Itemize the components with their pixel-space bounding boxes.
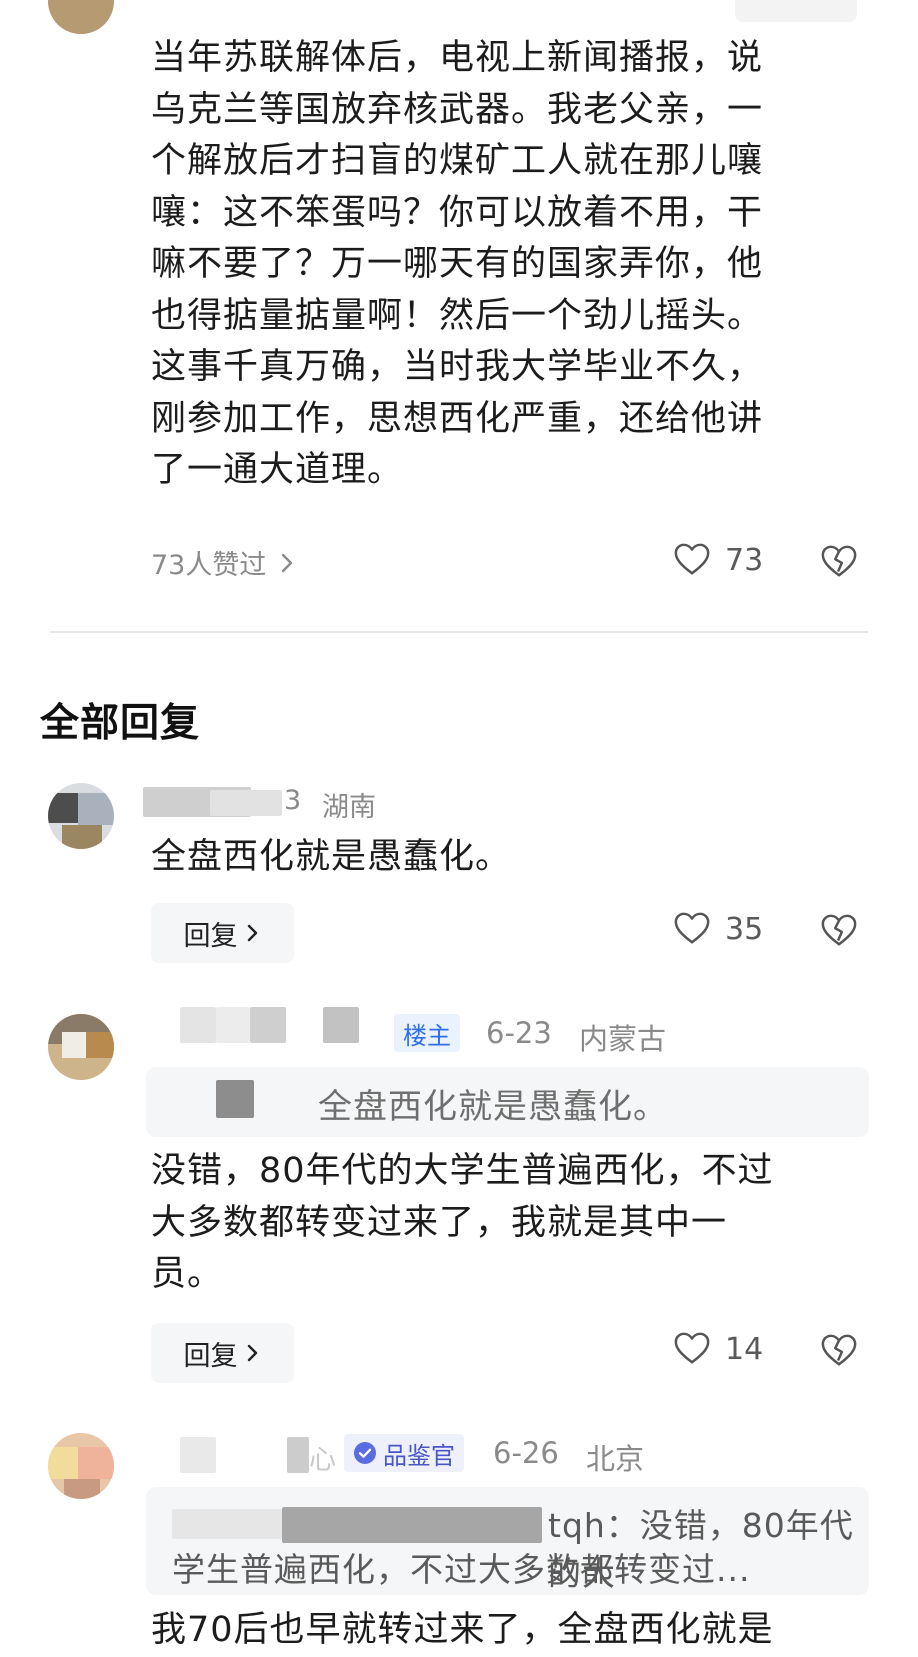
liked-by-link[interactable]: 73人赞过 (151, 543, 298, 582)
broken-heart-icon[interactable] (820, 912, 858, 950)
verified-badge-icon (354, 1442, 376, 1464)
quote-author-redacted (172, 1509, 282, 1539)
like-button[interactable]: 73 (673, 541, 763, 579)
broken-heart-icon[interactable] (820, 1332, 858, 1370)
reply-text: 没错，80年代的大学生普遍西化，不过 大多数都转变过来了，我就是其中一 员。 (151, 1151, 774, 1294)
like-button[interactable]: 14 (673, 1330, 763, 1368)
reply-button-label: 回复 (183, 1340, 238, 1372)
username-redacted (210, 790, 282, 816)
section-title: 全部回复 (40, 701, 201, 746)
reply-date: 6-26 (493, 1436, 559, 1470)
reply-date: 6-23 (486, 1016, 552, 1050)
quote-text-line2: 学生普遍西化，不过大多数都转变过... (172, 1550, 751, 1589)
quoted-comment[interactable]: 全盘西化就是愚蠢化。 (146, 1067, 869, 1137)
heart-outline-icon (674, 912, 710, 944)
avatar[interactable] (48, 1433, 114, 1499)
username-redacted (216, 1007, 250, 1043)
expert-badge: 品鉴官 (344, 1434, 464, 1472)
op-badge: 楼主 (394, 1014, 460, 1052)
avatar[interactable] (48, 0, 114, 34)
reply-date-partial: 3 (284, 785, 302, 816)
username-redacted (250, 1007, 286, 1043)
expert-badge-label: 品鉴官 (383, 1441, 455, 1470)
reply-button-label: 回复 (183, 920, 238, 952)
reply-location: 内蒙古 (579, 1022, 667, 1056)
reply-text: 全盘西化就是愚蠢化。 (151, 837, 512, 877)
username-redacted (287, 1437, 309, 1473)
chevron-right-icon (247, 924, 257, 942)
quote-text: 全盘西化就是愚蠢化。 (318, 1087, 668, 1127)
username-partial: 心 (309, 1445, 336, 1476)
username-redacted[interactable] (180, 1437, 216, 1473)
liked-by-label: 73人赞过 (151, 550, 267, 581)
chevron-right-icon (282, 553, 293, 572)
op-badge-label: 楼主 (403, 1021, 451, 1050)
avatar[interactable] (48, 783, 114, 849)
username-redacted[interactable] (180, 1007, 216, 1043)
main-comment-text: 当年苏联解体后，电视上新闻播报，说 乌克兰等国放弃核武器。我老父亲，一 个解放后… (151, 38, 764, 490)
reply-button[interactable]: 回复 (151, 1323, 294, 1383)
username-redacted (323, 1007, 359, 1043)
like-button[interactable]: 35 (673, 910, 763, 948)
reply-location: 湖南 (322, 792, 376, 823)
like-count: 14 (725, 1331, 764, 1367)
chevron-right-icon (247, 1344, 257, 1362)
heart-outline-icon (674, 1332, 710, 1364)
reply-text: 我70后也早就转过来了，全盘西化就是 (151, 1610, 774, 1650)
divider (50, 631, 868, 633)
reply-location: 北京 (586, 1442, 645, 1476)
avatar[interactable] (48, 1014, 114, 1080)
top-right-button[interactable] (735, 0, 857, 22)
heart-outline-icon (674, 543, 710, 575)
like-count: 35 (725, 911, 764, 947)
like-count: 73 (725, 542, 764, 578)
quote-author-redacted (216, 1080, 254, 1118)
quoted-comment[interactable]: tqh：没错，80年代的大 学生普遍西化，不过大多数都转变过... (146, 1487, 869, 1595)
quote-author-redacted (282, 1507, 542, 1543)
broken-heart-icon[interactable] (820, 543, 858, 581)
reply-button[interactable]: 回复 (151, 903, 294, 963)
